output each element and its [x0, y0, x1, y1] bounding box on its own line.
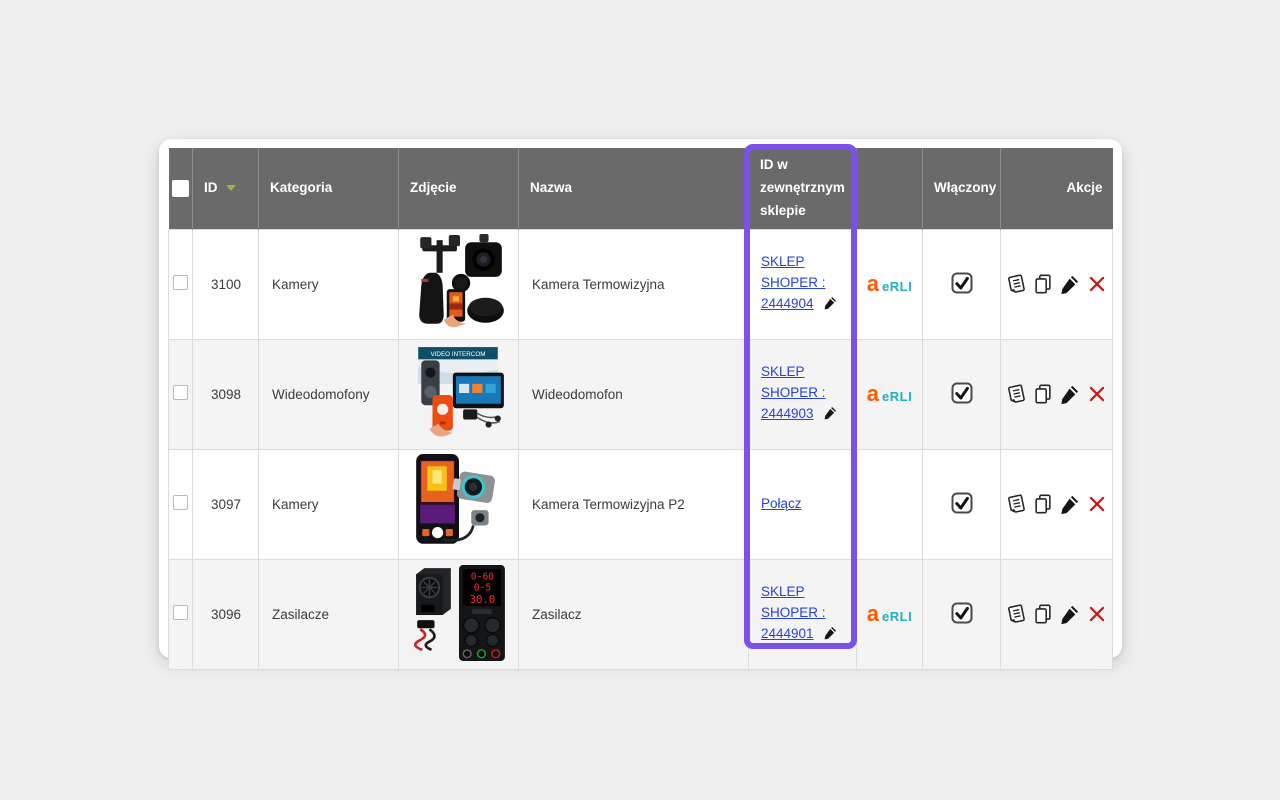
log-icon[interactable]	[1005, 383, 1027, 405]
edit-pencil-icon[interactable]	[1059, 383, 1081, 405]
header-external-id: ID w zewnętrznym sklepie	[749, 148, 857, 229]
edit-external-id-icon[interactable]	[823, 625, 838, 647]
product-image: VIDEO INTERCOM	[408, 342, 510, 444]
row-select-cell	[169, 229, 193, 339]
table-header-row: ID Kategoria Zdjęcie Nazwa ID w zewnętrz…	[169, 148, 1113, 229]
edit-pencil-icon[interactable]	[1059, 603, 1081, 625]
delete-x-icon[interactable]	[1086, 383, 1108, 405]
row-image-cell: VIDEO INTERCOM	[399, 339, 519, 449]
header-nazwa: Nazwa	[519, 148, 749, 229]
row-checkbox[interactable]	[173, 385, 188, 400]
row-name: Kamera Termowizyjna P2	[519, 449, 749, 559]
row-category: Zasilacze	[259, 559, 399, 669]
product-image-text: VIDEO INTERCOM	[430, 351, 485, 358]
log-icon[interactable]	[1005, 493, 1027, 515]
table-row: 3098 Wideodomofony VIDEO INTERCOM	[169, 339, 1113, 449]
products-table-card: ID Kategoria Zdjęcie Nazwa ID w zewnętrz…	[159, 139, 1122, 658]
products-table: ID Kategoria Zdjęcie Nazwa ID w zewnętrz…	[168, 148, 1113, 670]
delete-x-icon[interactable]	[1086, 493, 1108, 515]
row-actions-cell	[1001, 449, 1113, 559]
row-checkbox[interactable]	[173, 495, 188, 510]
header-zdjecie: Zdjęcie	[399, 148, 519, 229]
row-marketplaces-cell: a eRLI	[857, 559, 923, 669]
psu-display-line-1: 0-60	[470, 571, 493, 582]
row-category: Wideodomofony	[259, 339, 399, 449]
erli-logo: eRLI	[882, 280, 912, 295]
allegro-logo: a	[867, 273, 879, 295]
row-id: 3098	[193, 339, 259, 449]
row-id: 3096	[193, 559, 259, 669]
product-image: 0-60 0-5 30.0	[408, 562, 510, 664]
product-image	[408, 232, 510, 334]
log-icon[interactable]	[1005, 273, 1027, 295]
header-id[interactable]: ID	[193, 148, 259, 229]
row-name: Kamera Termowizyjna	[519, 229, 749, 339]
table-row: 3096 Zasilacze	[169, 559, 1113, 669]
header-kategoria: Kategoria	[259, 148, 399, 229]
row-enabled-cell	[923, 559, 1001, 669]
row-name: Zasilacz	[519, 559, 749, 669]
copy-icon[interactable]	[1032, 603, 1054, 625]
row-select-cell	[169, 339, 193, 449]
edit-external-id-icon[interactable]	[823, 405, 838, 427]
row-external-id-cell: SKLEP SHOPER : 2444903	[749, 339, 857, 449]
edit-external-id-icon[interactable]	[823, 295, 838, 317]
edit-pencil-icon[interactable]	[1059, 493, 1081, 515]
row-category: Kamery	[259, 449, 399, 559]
row-select-cell	[169, 449, 193, 559]
table-row: 3100 Kamery	[169, 229, 1113, 339]
header-akcje: Akcje	[1001, 148, 1113, 229]
copy-icon[interactable]	[1032, 273, 1054, 295]
edit-pencil-icon[interactable]	[1059, 273, 1081, 295]
delete-x-icon[interactable]	[1086, 273, 1108, 295]
row-external-id-cell: SKLEP SHOPER : 2444901	[749, 559, 857, 669]
row-name: Wideodomofon	[519, 339, 749, 449]
row-external-id-cell: SKLEP SHOPER : 2444904	[749, 229, 857, 339]
enabled-checkbox[interactable]	[950, 601, 974, 625]
enabled-checkbox[interactable]	[950, 381, 974, 405]
delete-x-icon[interactable]	[1086, 603, 1108, 625]
copy-icon[interactable]	[1032, 383, 1054, 405]
select-all-checkbox[interactable]	[172, 180, 189, 197]
row-enabled-cell	[923, 229, 1001, 339]
row-actions-cell	[1001, 229, 1113, 339]
copy-icon[interactable]	[1032, 493, 1054, 515]
row-image-cell: 0-60 0-5 30.0	[399, 559, 519, 669]
row-checkbox[interactable]	[173, 275, 188, 290]
erli-logo: eRLI	[882, 610, 912, 625]
erli-logo: eRLI	[882, 390, 912, 405]
header-marketplaces	[857, 148, 923, 229]
sort-desc-arrow-icon[interactable]	[226, 185, 236, 191]
row-checkbox[interactable]	[173, 605, 188, 620]
enabled-checkbox[interactable]	[950, 491, 974, 515]
header-wlaczony: Włączony	[923, 148, 1001, 229]
external-shop-link[interactable]: SKLEP SHOPER : 2444901	[761, 584, 826, 641]
row-marketplaces-cell	[857, 449, 923, 559]
row-id: 3097	[193, 449, 259, 559]
row-marketplaces-cell: a eRLI	[857, 339, 923, 449]
row-select-cell	[169, 559, 193, 669]
connect-link[interactable]: Połącz	[761, 496, 802, 511]
table-row: 3097 Kamery	[169, 449, 1113, 559]
allegro-logo: a	[867, 383, 879, 405]
external-shop-link[interactable]: SKLEP SHOPER : 2444904	[761, 254, 826, 311]
row-enabled-cell	[923, 339, 1001, 449]
log-icon[interactable]	[1005, 603, 1027, 625]
row-actions-cell	[1001, 339, 1113, 449]
psu-display-line-3: 30.0	[469, 593, 495, 606]
row-marketplaces-cell: a eRLI	[857, 229, 923, 339]
row-enabled-cell	[923, 449, 1001, 559]
header-id-label: ID	[204, 177, 218, 200]
row-id: 3100	[193, 229, 259, 339]
row-image-cell	[399, 449, 519, 559]
row-external-id-cell: Połącz	[749, 449, 857, 559]
enabled-checkbox[interactable]	[950, 271, 974, 295]
select-all-cell	[169, 148, 193, 229]
external-shop-link[interactable]: SKLEP SHOPER : 2444903	[761, 364, 826, 421]
row-category: Kamery	[259, 229, 399, 339]
allegro-logo: a	[867, 603, 879, 625]
product-image	[408, 452, 510, 554]
row-actions-cell	[1001, 559, 1113, 669]
row-image-cell	[399, 229, 519, 339]
